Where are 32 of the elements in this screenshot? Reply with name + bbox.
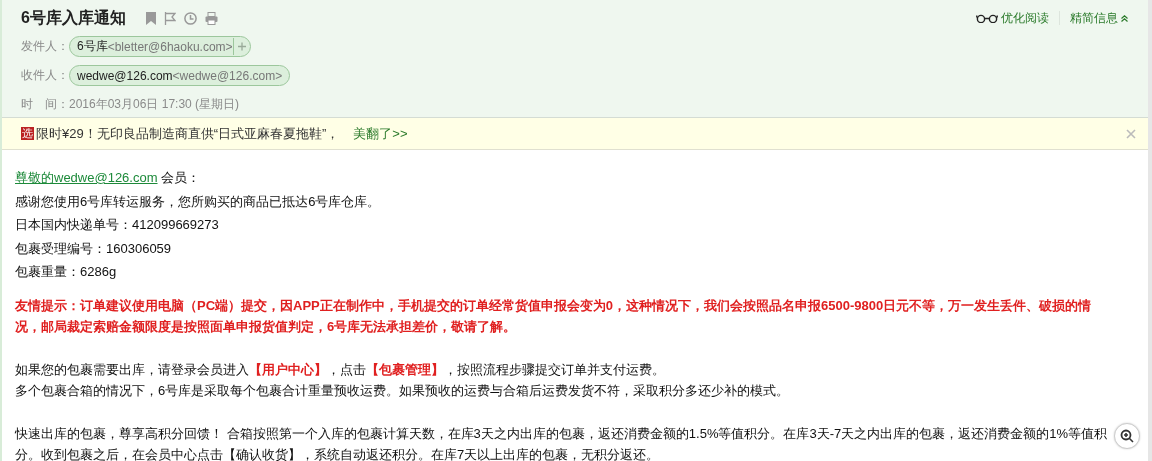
header-link[interactable]: 精简信息: [1070, 9, 1128, 27]
body-text: 日本国内快递单号：412099669273: [15, 216, 220, 234]
glasses-icon: [976, 13, 998, 23]
field-label: 发件人：: [21, 38, 69, 55]
magnifier-icon: [1120, 429, 1134, 443]
contact-chip[interactable]: 6号库<bletter@6haoku.com>: [69, 36, 251, 57]
ad-link[interactable]: 美翻了>>: [353, 124, 408, 143]
plus-icon[interactable]: [232, 38, 248, 55]
body-text: 快速出库的包裹，尊享高积分回馈！ 合箱按照第一个入库的包裹计算天数，在库3天之内出库的包裹，返还消费金额的1.5%等值积分。在库3天-7天之内出库的包裹，返还消费金额的1%等值积分。收到包裹之后，在会员中心点击【确认收货】，系统自动返还积分。在库7天以上出库的包裹，无积分返还。: [15, 424, 1108, 461]
body-text: 感谢您使用6号库转运服务，您所购买的商品已抵达6号库仓库。: [15, 192, 382, 211]
print-icon[interactable]: [204, 11, 218, 25]
field-label: 时 间：: [21, 96, 69, 113]
flag-icon[interactable]: [163, 11, 176, 25]
contact-chip[interactable]: wedwe@126.com<wedwe@126.com>: [69, 65, 291, 86]
clock-icon[interactable]: [183, 11, 197, 25]
body-text: 包裹重量：6286g: [15, 263, 118, 281]
body-text: 多个包裹合箱的情况下，6号库是采取每个包裹合计重量预收运费。如果预收的运费与合箱后运费发货不符，采取积分多还少补的模式。: [15, 381, 791, 400]
body-text: 包裹受理编号：160306059: [15, 239, 173, 258]
email-subject: 6号库入库通知: [21, 7, 126, 28]
sent-time: 2016年03月06日 17:30 (星期日): [69, 96, 240, 113]
field-label: 收件人：: [21, 67, 69, 84]
greeting-text: 尊敬的wedwe@126.com 会员：: [15, 169, 202, 187]
close-icon[interactable]: [1126, 128, 1136, 139]
ad-badge: 选: [21, 127, 34, 140]
header-link[interactable]: 优化阅读: [1001, 9, 1049, 27]
chevron-up-icon[interactable]: [1121, 14, 1128, 22]
ad-text: 限时¥29！无印良品制造商直供“日式亚麻春夏拖鞋”，: [36, 124, 340, 143]
email-link[interactable]: 尊敬的wedwe@126.com: [15, 170, 158, 185]
body-text: 如果您的包裹需要出库，请登录会员进入【用户中心】，点击【包裹管理】，按照流程步骤提交订单并支付运费。: [15, 360, 666, 379]
zoom-button[interactable]: [1114, 423, 1140, 449]
bookmark-icon[interactable]: [145, 11, 156, 25]
notice-text: 友情提示：订单建议使用电脑（PC端）提交，因APP正在制作中，手机提交的订单经常货值申报会变为0，这种情况下，我们会按照品名申报6500-9800日元不等，万一发生丢件、破损的情况，邮局裁定索赔金额限度是按照面单申报货值判定，6号库无法承担差价，敬请了解。: [15, 296, 1093, 336]
